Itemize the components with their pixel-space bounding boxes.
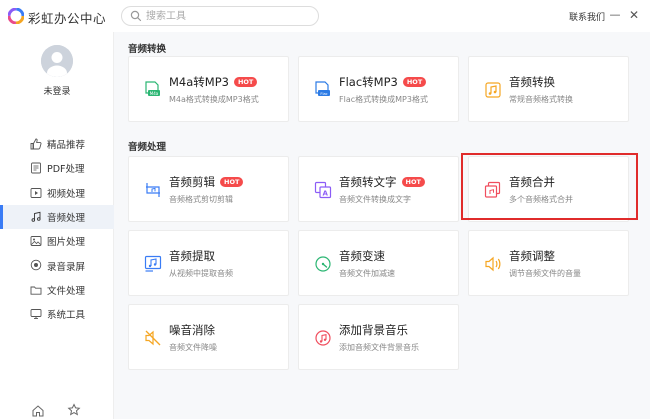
card-title: 音频提取 [169, 249, 215, 263]
login-status[interactable]: 未登录 [0, 84, 114, 97]
sidebar-item-label: 录音录屏 [47, 261, 86, 273]
audio-extract-icon [144, 255, 162, 272]
svg-text:M4a: M4a [150, 91, 159, 96]
sidebar-item-pdf[interactable]: PDF处理 [0, 156, 114, 180]
main-content: 音频转换 M4a M4a转MP3 HOT M4a格式转换成MP3格式 Flac F… [114, 32, 650, 419]
card-title: 噪音消除 [169, 323, 215, 337]
m4a-convert-icon: M4a [145, 81, 160, 96]
card-desc: 音频文件转换成文字 [339, 195, 411, 204]
card-desc: 调节音频文件的音量 [509, 269, 581, 278]
sidebar-item-label: 精品推荐 [47, 140, 86, 152]
record-icon [30, 260, 42, 271]
card-desc: Flac格式转换成MP3格式 [339, 95, 428, 104]
app-title: 彩虹办公中心 [28, 11, 107, 26]
tool-card-audio-extract[interactable]: 音频提取 从视频中提取音频 [128, 230, 289, 296]
card-desc: 音频格式剪切剪辑 [169, 195, 233, 204]
hot-badge: HOT [401, 177, 425, 187]
card-title: Flac转MP3 [339, 75, 398, 89]
tool-card-audio-merge[interactable]: 音频合并 多个音频格式合并 [468, 156, 629, 222]
tool-card-noise-reduce[interactable]: 噪音消除 音频文件降噪 [128, 304, 289, 370]
card-desc: 添加音频文件背景音乐 [339, 343, 419, 352]
image-icon [30, 236, 42, 247]
svg-text:A: A [322, 190, 328, 198]
tool-card-flac-to-mp3[interactable]: Flac Flac转MP3 HOT Flac格式转换成MP3格式 [298, 56, 459, 122]
tool-card-audio-cut[interactable]: 音频剪辑 HOT 音频格式剪切剪辑 [128, 156, 289, 222]
folder-icon [30, 286, 42, 295]
hot-badge: HOT [233, 77, 258, 87]
sidebar-item-video[interactable]: 视频处理 [0, 181, 114, 205]
card-title: 添加背景音乐 [339, 323, 408, 337]
tool-card-audio-to-text[interactable]: A 音频转文字 HOT 音频文件转换成文字 [298, 156, 459, 222]
sidebar-item-label: 视频处理 [47, 188, 86, 200]
card-title: 音频转文字 [339, 175, 397, 189]
card-title: 音频合并 [509, 175, 555, 189]
sidebar-item-image[interactable]: 图片处理 [0, 229, 114, 253]
search-icon [130, 10, 142, 22]
sidebar-item-label: 音频处理 [47, 213, 86, 225]
hot-badge: HOT [402, 77, 427, 87]
sidebar-item-label: 系统工具 [47, 310, 86, 322]
title-bar: 彩虹办公中心 联系我们 — ✕ [0, 0, 650, 32]
section-title-audio-process: 音频处理 [128, 142, 167, 153]
app-logo-icon [8, 8, 24, 24]
audio-merge-icon [484, 181, 501, 198]
star-icon[interactable] [67, 403, 81, 417]
card-title: 音频变速 [339, 249, 385, 263]
sidebar-item-record[interactable]: 录音录屏 [0, 253, 114, 277]
section-title-audio-convert: 音频转换 [128, 44, 167, 55]
noise-reduce-icon [145, 330, 161, 346]
sidebar-item-system[interactable]: 系统工具 [0, 302, 114, 326]
card-title: 音频调整 [509, 249, 555, 263]
flac-convert-icon: Flac [315, 81, 330, 96]
thumbs-up-icon [30, 138, 42, 150]
search-input[interactable] [146, 9, 306, 23]
card-desc: 从视频中提取音频 [169, 269, 233, 278]
card-title: M4a转MP3 [169, 75, 229, 89]
sidebar-item-file[interactable]: 文件处理 [0, 278, 114, 302]
audio-speed-icon [315, 256, 331, 272]
user-avatar-icon [41, 45, 73, 77]
pdf-icon [31, 162, 41, 174]
home-icon[interactable] [31, 404, 45, 418]
sidebar-item-featured[interactable]: 精品推荐 [0, 132, 114, 156]
hot-badge: HOT [220, 177, 244, 187]
tool-card-m4a-to-mp3[interactable]: M4a M4a转MP3 HOT M4a格式转换成MP3格式 [128, 56, 289, 122]
card-desc: 音频文件降噪 [169, 343, 217, 352]
system-tools-icon [30, 309, 42, 320]
minimize-button[interactable]: — [609, 8, 621, 22]
card-desc: 多个音频格式合并 [509, 195, 573, 204]
sidebar-nav: 精品推荐 PDF处理 视频处理 音频处理 图片处理 录音录屏 文件处理 系统工具 [0, 132, 114, 326]
sidebar: 未登录 精品推荐 PDF处理 视频处理 音频处理 图片处理 录音录屏 文件处理 [0, 32, 114, 419]
sidebar-item-label: 文件处理 [47, 285, 86, 297]
video-icon [30, 187, 42, 198]
svg-text:Flac: Flac [320, 92, 327, 96]
bg-music-icon [315, 330, 331, 346]
card-desc: M4a格式转换成MP3格式 [169, 95, 259, 104]
card-title: 音频转换 [509, 75, 555, 89]
contact-us-link[interactable]: 联系我们 [569, 10, 605, 23]
volume-adjust-icon [485, 256, 501, 272]
avatar[interactable] [41, 45, 73, 77]
card-title: 音频剪辑 [169, 175, 215, 189]
card-desc: 常规音频格式转换 [509, 95, 573, 104]
sidebar-item-audio[interactable]: 音频处理 [0, 204, 114, 230]
search-box[interactable] [121, 6, 319, 26]
tool-card-volume-adjust[interactable]: 音频调整 调节音频文件的音量 [468, 230, 629, 296]
card-desc: 音频文件加减速 [339, 269, 395, 278]
close-button[interactable]: ✕ [628, 8, 640, 22]
tool-card-audio-convert[interactable]: 音频转换 常规音频格式转换 [468, 56, 629, 122]
tool-card-audio-speed[interactable]: 音频变速 音频文件加减速 [298, 230, 459, 296]
audio-cut-icon [146, 183, 160, 197]
tool-card-bg-music[interactable]: 添加背景音乐 添加音频文件背景音乐 [298, 304, 459, 370]
audio-to-text-icon: A [314, 181, 332, 199]
sidebar-item-label: PDF处理 [47, 164, 85, 176]
audio-convert-icon [485, 82, 501, 98]
music-note-icon [31, 211, 41, 222]
sidebar-item-label: 图片处理 [47, 237, 86, 249]
